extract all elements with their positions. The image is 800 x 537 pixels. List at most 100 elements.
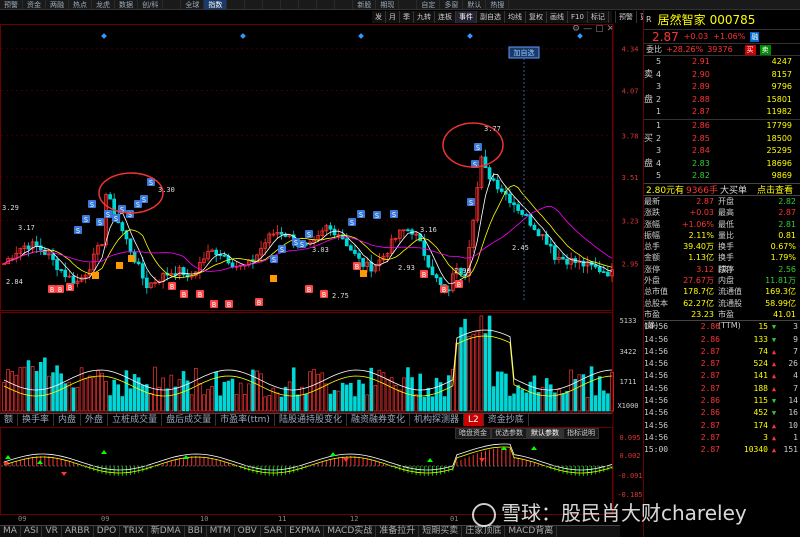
stat-key: 金额: [644, 253, 660, 263]
bottom-indicator-tab[interactable]: VR: [42, 526, 62, 537]
volume-bar: [548, 384, 553, 412]
volume-bar: [149, 392, 153, 412]
bottom-indicator-tab[interactable]: 准备拉升: [376, 526, 420, 537]
macd-param-tab[interactable]: 暗盘资金: [455, 428, 491, 439]
stat-key: 市盈(TTM): [718, 309, 741, 331]
stats-row: 金额 1.13亿 换手(实) 1.79%: [644, 252, 800, 273]
bottom-indicator-tab[interactable]: 短期买卖: [419, 526, 463, 537]
bottom-indicator-tab[interactable]: MA: [0, 526, 21, 537]
bottom-indicator-tab[interactable]: MACD实战: [324, 526, 377, 537]
bid-side-label: 盘: [644, 158, 654, 169]
bottom-indicator-tab[interactable]: ASI: [21, 526, 43, 537]
volume-bar: [287, 381, 292, 412]
sell-signal-label: S: [98, 219, 102, 227]
volume-bar: [67, 381, 72, 412]
big-order-link[interactable]: 点击查看: [755, 183, 793, 196]
indicator-tab[interactable]: 内盘: [54, 414, 82, 426]
kline-chart[interactable]: 4.34 4.07 3.78 3.51 3.23 2.95 5133 3422 1711 X100…: [0, 0, 643, 537]
order-ratio-pct: +28.26%: [666, 45, 704, 54]
stat-key: 流通股: [718, 298, 742, 308]
direction-arrow-icon: ▼: [771, 409, 777, 418]
tick-vol: 15: [758, 322, 768, 332]
indicator-tab[interactable]: 融资融券变化: [347, 414, 410, 426]
bottom-indicator-tab[interactable]: TRIX: [120, 526, 148, 537]
indicator-tab[interactable]: 资金抄底: [484, 414, 529, 426]
macd-param-tab[interactable]: 优选参数: [491, 428, 527, 439]
sell-signal-label: S: [469, 199, 473, 207]
bid-price[interactable]: 2.84: [692, 145, 732, 158]
buy-button[interactable]: 买: [744, 44, 756, 55]
event-diamond-icon: [467, 33, 473, 39]
tick-vol: 133: [753, 334, 768, 344]
candle-body: [222, 254, 227, 257]
volume-bar: [365, 394, 369, 412]
volume-axis-label: 3422: [620, 348, 637, 356]
bottom-indicator-tab[interactable]: ARBR: [62, 526, 94, 537]
indicator-tab[interactable]: 机构探测器: [410, 414, 464, 426]
stat-value: 41.01: [773, 309, 796, 319]
indicator-tab[interactable]: 陆股通持股变化: [275, 414, 347, 426]
volume-bar: [177, 379, 182, 412]
volume-bar: [267, 395, 272, 412]
stat-key: 外盘: [644, 276, 660, 286]
ask-price[interactable]: 2.88: [692, 94, 732, 107]
bid-price[interactable]: 2.86: [692, 120, 732, 133]
bottom-indicator-tab[interactable]: EXPMA: [286, 526, 325, 537]
bottom-indicator-tab[interactable]: DPO: [94, 526, 121, 537]
tick-time: 14:56: [644, 432, 669, 442]
indicator-tab[interactable]: 市盈率(ttm): [216, 414, 275, 426]
stats-row: 总手 39.40万 换手 0.67%: [644, 241, 800, 252]
macd-param-tab[interactable]: 默认参数: [527, 428, 563, 439]
sell-button[interactable]: 卖: [759, 44, 771, 55]
bottom-indicator-tab[interactable]: 新DMA: [148, 526, 185, 537]
bottom-indicator-tab[interactable]: BBI: [185, 526, 207, 537]
volume-bar: [495, 371, 500, 412]
volume-bar: [304, 393, 308, 412]
volume-bar: [500, 371, 504, 412]
ask-price[interactable]: 2.91: [692, 56, 732, 69]
price-annotation: 3.16: [420, 226, 437, 234]
candle-body: [34, 241, 39, 247]
price-annotation: 3.30: [158, 186, 175, 194]
bid-price[interactable]: 2.82: [692, 170, 732, 183]
stat-value: 2.56: [778, 264, 796, 274]
bottom-indicator-tab[interactable]: OBV: [235, 526, 261, 537]
bid-price[interactable]: 2.85: [692, 133, 732, 146]
bottom-indicator-tab[interactable]: MTM: [207, 526, 235, 537]
ask-price[interactable]: 2.87: [692, 106, 732, 119]
volume-bar: [189, 394, 194, 412]
volume-bar: [198, 382, 202, 412]
bottom-indicator-tab[interactable]: 庄家顶底: [462, 526, 506, 537]
bottom-indicator-tab[interactable]: MACD背离: [505, 526, 558, 537]
volume-bar: [402, 377, 406, 412]
direction-arrow-icon: ▲: [771, 347, 777, 356]
volume-bar: [226, 380, 231, 412]
indicator-tab[interactable]: 盘后成交量: [162, 414, 217, 426]
direction-arrow-icon: ▲: [771, 384, 777, 393]
indicator-tab[interactable]: 额: [0, 414, 19, 426]
macd-param-tab[interactable]: 指标说明: [563, 428, 599, 439]
volume-bar: [573, 379, 578, 412]
indicator-tab[interactable]: 外盘: [81, 414, 109, 426]
price-annotation: 3.29: [2, 204, 19, 212]
stat-value: 1.13亿: [688, 253, 714, 263]
buy-signal-label: B: [257, 299, 261, 307]
stat-key: 换手: [718, 242, 734, 252]
ask-price[interactable]: 2.89: [692, 81, 732, 94]
price-axis-label: 3.23: [622, 217, 639, 225]
ask-level: 4: [656, 69, 662, 79]
indicator-tab[interactable]: 换手率: [18, 414, 55, 426]
stock-header: R 居然智家 000785: [644, 10, 800, 30]
bid-price[interactable]: 2.83: [692, 158, 732, 171]
volume-bar: [316, 373, 320, 412]
volume-bar: [516, 385, 520, 412]
bottom-indicator-tab[interactable]: SAR: [261, 526, 287, 537]
stats-row: 总股本 62.27亿 流通股 58.99亿: [644, 298, 800, 309]
volume-bar: [104, 381, 108, 412]
ask-price[interactable]: 2.90: [692, 69, 732, 82]
tick-count: 3: [793, 322, 798, 332]
indicator-tab[interactable]: 立桩成交量: [108, 414, 163, 426]
sell-signal-label: S: [272, 256, 276, 264]
indicator-tab[interactable]: L2: [464, 414, 484, 426]
candle-body: [145, 277, 149, 289]
